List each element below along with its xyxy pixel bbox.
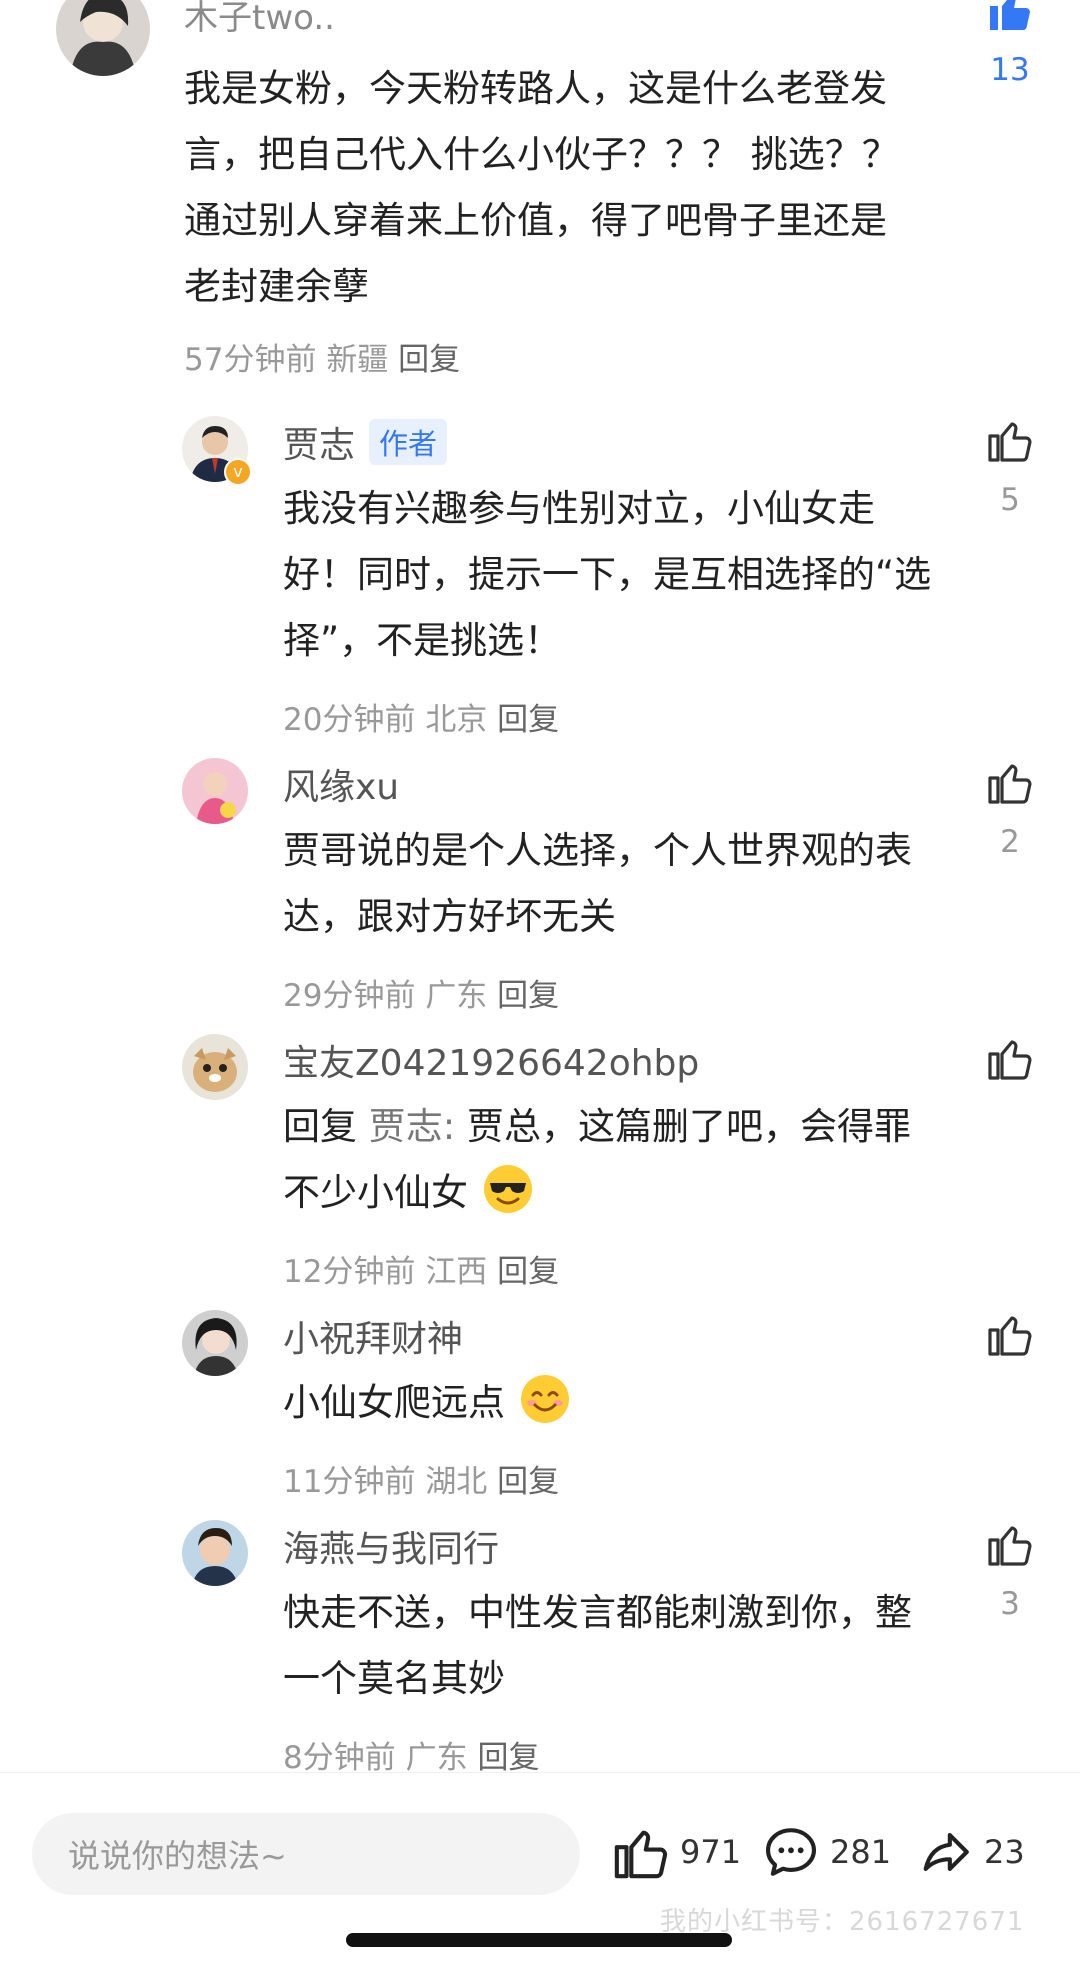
like-count: 2 [1000,824,1020,860]
share-post-button[interactable]: 23 [916,1823,1025,1881]
username-text: 贾志 [283,425,356,466]
reply-text-line: 好！同时，提示一下，是互相选择的“选 [283,553,932,596]
share-icon [923,1833,969,1871]
comment-text-line: 老封建余孽 [184,265,369,308]
home-indicator[interactable] [346,1933,732,1947]
reply-location: 湖北 [425,1464,488,1500]
reply-text: 小仙女爬远点 [283,1370,973,1436]
thumb-up-icon [614,1830,668,1879]
reply-meta: 8分钟前 广东 回复 [283,1732,539,1777]
comment-text-line: 我是女粉，今天粉转路人，这是什么老登发 [184,67,887,110]
like-count: 13 [990,52,1030,88]
avatar[interactable] [182,1034,248,1100]
like-button[interactable] [974,1310,1046,1376]
reply-prefix: 回复 [283,1105,357,1148]
reply-time: 12分钟前 [283,1254,416,1290]
like-count: 3 [1000,1586,1020,1622]
avatar[interactable] [182,758,248,824]
reply-text-line: 达，跟对方好坏无关 [283,895,616,938]
reply-text-line: 我没有兴趣参与性别对立，小仙女走 [283,487,875,530]
comment-username[interactable]: 木子two.. [184,0,335,39]
sunglasses-emoji [483,1165,532,1213]
reply-text-line: 择”，不是挑选！ [283,619,562,662]
comment-page: 木子two.. 我是女粉，今天粉转路人，这是什么老登发 言，把自己代入什么小伙子… [0,0,1080,1969]
comment-text: 我是女粉，今天粉转路人，这是什么老登发 言，把自己代入什么小伙子？？？ 挑选？？… [184,56,944,320]
reply-text-segment: 贾总，这篇删了吧，会得罪 [467,1105,911,1148]
comment-location: 新疆 [326,342,389,378]
comment-input[interactable]: 说说你的想法~ [32,1813,580,1895]
reply-username[interactable]: 小祝拜财神 [283,1310,463,1362]
reply-location: 广东 [425,978,488,1014]
avatar[interactable] [56,0,150,76]
reply-text: 快走不送，中性发言都能刺激到你，整 一个莫名其妙 [283,1580,973,1712]
avatar[interactable] [182,1310,248,1376]
like-button[interactable]: 3 [974,1520,1046,1622]
comment-meta: 57分钟前 新疆 回复 [184,334,460,379]
reply-text-line: 一个莫名其妙 [283,1657,505,1700]
reply-button[interactable]: 回复 [497,1254,559,1290]
thumb-up-icon [988,422,1032,462]
smile-emoji [520,1375,569,1423]
reply-target-user[interactable]: 贾志: [369,1105,455,1148]
like-button[interactable]: 2 [974,758,1046,860]
thumb-up-icon [988,764,1032,804]
post-like-count: 971 [680,1833,742,1871]
like-button[interactable]: 13 [974,0,1046,88]
thumb-up-icon [988,1316,1032,1356]
verified-icon: v [224,458,252,486]
reply-text-line: 快走不送，中性发言都能刺激到你，整 [283,1591,912,1634]
reply-button[interactable]: 回复 [477,1740,539,1776]
reply-text-line: 贾哥说的是个人选择，个人世界观的表 [283,829,912,872]
post-comment-count: 281 [830,1833,892,1871]
reply-text: 贾哥说的是个人选择，个人世界观的表 达，跟对方好坏无关 [283,818,973,950]
like-button[interactable]: 5 [974,416,1046,518]
reply-location: 广东 [405,1740,468,1776]
like-count: 5 [1000,482,1020,518]
reply-username[interactable]: 风缘xu [283,758,399,810]
reply-text-line: 回复 贾志: 贾总，这篇删了吧，会得罪 [283,1094,973,1160]
bottom-bar: 说说你的想法~ 971 281 23 我的小红书号：2616727671 [0,1772,1080,1969]
thumb-up-icon [988,1040,1032,1080]
reply-button[interactable]: 回复 [398,342,460,378]
author-badge: 作者 [369,419,448,465]
reply-button[interactable]: 回复 [497,1464,559,1500]
avatar[interactable] [182,1520,248,1586]
reply-time: 20分钟前 [283,702,416,738]
reply-meta: 12分钟前 江西 回复 [283,1246,559,1291]
reply-text-segment: 不少小仙女 [283,1171,468,1214]
thumb-up-icon [990,0,1030,30]
post-share-count: 23 [984,1833,1025,1871]
reply-time: 29分钟前 [283,978,416,1014]
like-post-button[interactable]: 971 [612,1823,741,1881]
reply-meta: 20分钟前 北京 回复 [283,694,559,739]
like-button[interactable] [974,1034,1046,1100]
comment-time: 57分钟前 [184,342,317,378]
reply-button[interactable]: 回复 [497,978,559,1014]
reply-meta: 11分钟前 湖北 回复 [283,1456,559,1501]
reply-meta: 29分钟前 广东 回复 [283,970,559,1015]
reply-time: 11分钟前 [283,1464,416,1500]
avatar[interactable]: v [182,416,252,486]
comment-bubble-icon [765,1828,817,1876]
reply-text-line: 小仙女爬远点 [283,1370,973,1436]
reply-text: 我没有兴趣参与性别对立，小仙女走 好！同时，提示一下，是互相选择的“选 择”，不… [283,476,973,674]
reply-time: 8分钟前 [283,1740,396,1776]
reply-text-line: 不少小仙女 [283,1160,973,1226]
reply-button[interactable]: 回复 [497,702,559,738]
reply-location: 北京 [425,702,488,738]
comment-text-line: 通过别人穿着来上价值，得了吧骨子里还是 [184,199,887,242]
reply-username[interactable]: 宝友Z0421926642ohbp [283,1034,699,1086]
reply-text-segment: 小仙女爬远点 [283,1381,505,1424]
thumb-up-icon [988,1526,1032,1566]
comment-text-line: 言，把自己代入什么小伙子？？？ 挑选？？ [184,133,899,176]
reply-username[interactable]: 海燕与我同行 [283,1520,499,1572]
reply-location: 江西 [425,1254,488,1290]
reply-username[interactable]: 贾志 作者 [283,416,448,468]
reply-text: 回复 贾志: 贾总，这篇删了吧，会得罪 不少小仙女 [283,1094,973,1226]
comment-post-button[interactable]: 281 [762,1823,891,1881]
